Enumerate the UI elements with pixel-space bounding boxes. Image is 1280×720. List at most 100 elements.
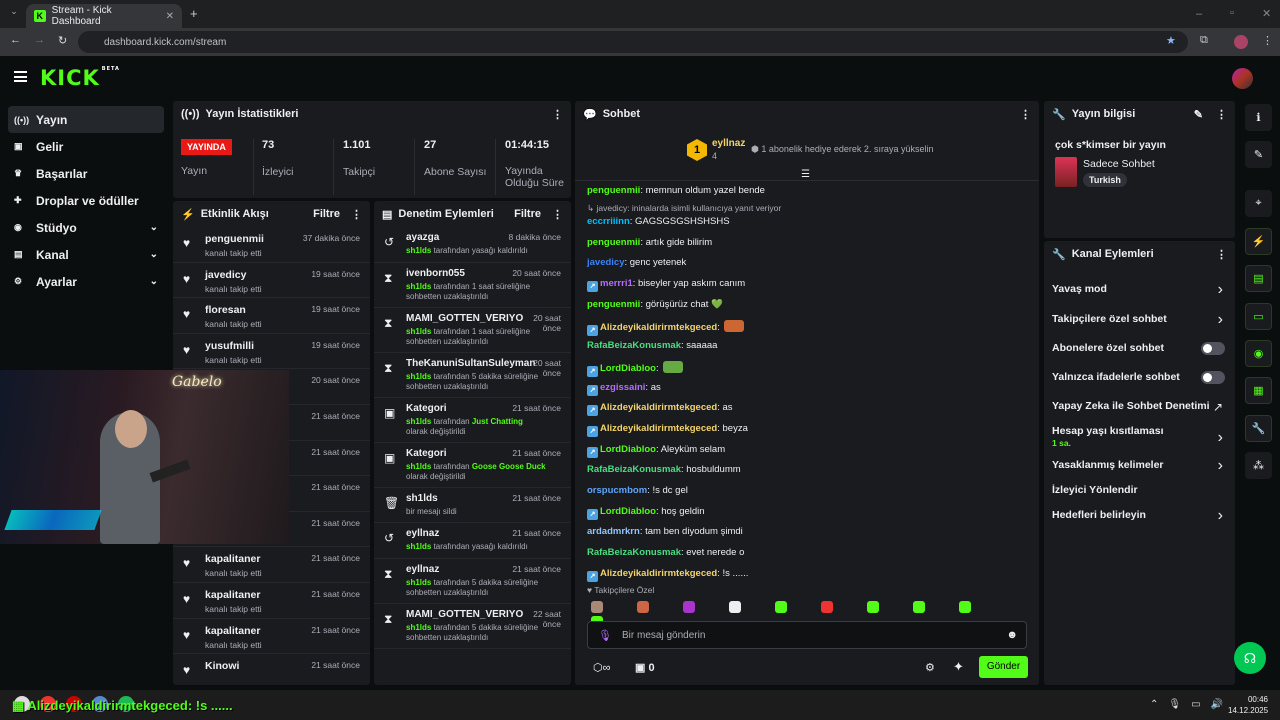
support-chat-button[interactable]: ☊	[1234, 642, 1266, 674]
target-rail-icon[interactable]: ⌖	[1245, 190, 1272, 217]
emote-2-icon[interactable]	[637, 601, 649, 613]
moderation-item[interactable]: ⧗ ivenborn055 sh1lds tarafından 1 saat sür…	[374, 263, 571, 308]
chat-username[interactable]: LordDiabloo	[600, 363, 656, 374]
bookmark-star-icon[interactable]: ★	[1166, 34, 1176, 47]
moderation-filter-button[interactable]: Filtre	[514, 208, 541, 220]
back-icon[interactable]: ←	[10, 34, 21, 46]
moderation-item[interactable]: ↺ eyllnaz sh1lds tarafından yasağı kaldırı…	[374, 523, 571, 559]
doc-rail-icon[interactable]: ▤	[1245, 265, 1272, 292]
chevron-down-icon[interactable]: ⌄	[150, 222, 158, 233]
emoji-picker-icon[interactable]: ☻	[1006, 629, 1018, 641]
chat-message[interactable]: ↗ Alizdeyikaldirirmtekgeced: as	[587, 402, 733, 416]
microphone-icon[interactable]: 🎙	[598, 629, 612, 642]
wrench-rail-icon[interactable]: 🔧	[1245, 415, 1272, 442]
chat-message[interactable]: penguenmii: görüşürüz chat 💚	[587, 299, 723, 310]
emote-5-icon[interactable]	[775, 601, 787, 613]
chat-input-box[interactable]: 🎙 Bir mesaj gönderin ☻	[587, 621, 1027, 649]
sidebar-item-4[interactable]: ◉ Stüdyo ⌄	[8, 214, 164, 241]
chat-message[interactable]: penguenmii: artık gide bilirim	[587, 237, 712, 248]
edit-info-icon[interactable]: ✎	[1194, 108, 1203, 121]
chat-message[interactable]: javedicy: genc yetenek	[587, 257, 686, 268]
kick-logo[interactable]: KICK BETA	[40, 66, 120, 90]
activity-item[interactable]: ♥ floresan kanalı takip etti 19 saat önce	[173, 298, 370, 334]
chat-username[interactable]: Alizdeyikaldirirmtekgeced	[600, 322, 717, 333]
chat-message[interactable]: ↗ LordDiabloo: Aleyküm selam	[587, 444, 725, 458]
chat-message[interactable]: orspucmbom: !s dc gel	[587, 485, 688, 496]
emote-9-icon[interactable]	[959, 601, 971, 613]
chat-message[interactable]: eccrriiinn: GAGSGSGSHSHSHS	[587, 216, 730, 227]
hamburger-menu-icon[interactable]	[14, 71, 27, 82]
channel-action-row[interactable]: Yavaş mod ›	[1044, 281, 1235, 303]
chat-username[interactable]: LordDiabloo	[600, 444, 656, 455]
category-name[interactable]: Sadece Sohbet	[1083, 158, 1155, 170]
chat-message[interactable]: ↗ ezgissaini: as	[587, 382, 661, 396]
chat-message[interactable]: ↗ merrri1: biseyler yap askım canım	[587, 278, 745, 292]
emote-3-icon[interactable]	[683, 601, 695, 613]
chat-username[interactable]: Alizdeyikaldirirmtekgeced	[600, 568, 717, 579]
emote-1-icon[interactable]	[591, 601, 603, 613]
activity-item[interactable]: ♥ kapalitaner kanalı takip etti 21 saat önc…	[173, 583, 370, 619]
stats-more-icon[interactable]: ⋮	[552, 108, 563, 121]
pinned-leader[interactable]: 1 eyllnaz 4 ⬢ 1 abonelik hediye ederek 2…	[687, 137, 957, 163]
tab-search-button[interactable]: ⌄	[6, 6, 22, 22]
moderation-more-icon[interactable]: ⋮	[552, 208, 563, 221]
activity-item[interactable]: ♥ kapalitaner kanalı takip etti 21 saat önc…	[173, 547, 370, 583]
user-avatar[interactable]	[1232, 68, 1253, 89]
chat-username[interactable]: javedicy	[587, 257, 625, 268]
new-tab-icon[interactable]: +	[190, 6, 198, 21]
chat-username[interactable]: merrri1	[600, 278, 633, 289]
chat-settings-icon[interactable]: ⚙	[925, 661, 935, 674]
close-tab-icon[interactable]: ✕	[166, 11, 174, 22]
url-field[interactable]: dashboard.kick.com/stream	[78, 31, 1188, 53]
activity-item[interactable]: ♥ javedicy kanalı takip etti 19 saat önce	[173, 263, 370, 299]
profile-icon[interactable]	[1234, 35, 1248, 49]
chat-username[interactable]: RafaBeizaKonusmak	[587, 464, 681, 475]
broadcast-rail-icon[interactable]: ◉	[1245, 340, 1272, 367]
moderation-item[interactable]: ↺ ayazga sh1lds tarafından yasağı kaldırıl…	[374, 227, 571, 263]
moderation-item[interactable]: ⧗ MAMI_GOTTEN_VERIYO sh1lds tarafından 5 d…	[374, 604, 571, 649]
sidebar-item-0[interactable]: ((•)) Yayın	[8, 106, 164, 133]
send-button[interactable]: Gönder	[979, 656, 1028, 678]
activity-more-icon[interactable]: ⋮	[351, 208, 362, 221]
emote-4-icon[interactable]	[729, 601, 741, 613]
activity-item[interactable]: ♥ kapalitaner kanalı takip etti 21 saat önc…	[173, 619, 370, 655]
reload-icon[interactable]: ↻	[58, 34, 67, 47]
chat-username[interactable]: LordDiabloo	[600, 506, 656, 517]
chat-username[interactable]: eccrriiinn	[587, 216, 630, 227]
activity-item[interactable]: ♥ Kinowi 21 saat önce	[173, 654, 370, 685]
activity-item[interactable]: ♥ yusufmilli kanalı takip etti 19 saat önce	[173, 334, 370, 370]
channel-action-row[interactable]: Hesap yaşı kısıtlaması 1 sa. ›	[1044, 423, 1235, 448]
sidebar-item-6[interactable]: ⚙ Ayarlar ⌄	[8, 268, 164, 295]
chat-message[interactable]: ↗ Alizdeyikaldirirmtekgeced:	[587, 320, 744, 336]
actions-more-icon[interactable]: ⋮	[1216, 248, 1227, 261]
moderation-item[interactable]: ⧗ eyllnaz sh1lds tarafından 5 dakika sürel…	[374, 559, 571, 604]
chat-message[interactable]: ↗ Alizdeyikaldirirmtekgeced: !s ......	[587, 568, 748, 582]
minimize-icon[interactable]: –	[1196, 8, 1202, 20]
chat-filter-icon[interactable]: ☰	[801, 169, 810, 180]
moderation-item[interactable]: ⧗ TheKanuniSultanSuleyman sh1lds tarafında…	[374, 353, 571, 398]
channel-action-row[interactable]: İzleyici Yönlendir	[1044, 482, 1235, 504]
chat-username[interactable]: RafaBeizaKonusmak	[587, 547, 681, 558]
toggle-switch[interactable]	[1201, 371, 1225, 384]
layout-rail-icon[interactable]: ▦	[1245, 377, 1272, 404]
bolt-rail-icon[interactable]: ⚡	[1245, 228, 1272, 255]
channel-action-row[interactable]: Yalnızca ifadelerle sohbet	[1044, 369, 1235, 391]
chat-message[interactable]: ↗ LordDiabloo: hoş geldin	[587, 506, 705, 520]
channel-points-icon[interactable]: ⬡∞	[593, 661, 610, 674]
chat-message[interactable]: RafaBeizaKonusmak: saaaaa	[587, 340, 717, 351]
extensions-icon[interactable]: ⧉	[1200, 34, 1208, 47]
chat-username[interactable]: penguenmii	[587, 185, 640, 196]
edit-rail-icon[interactable]: ✎	[1245, 141, 1272, 168]
emote-6-icon[interactable]	[821, 601, 833, 613]
channel-action-row[interactable]: Hedefleri belirleyin ›	[1044, 507, 1235, 529]
emote-8-icon[interactable]	[913, 601, 925, 613]
chat-message[interactable]: RafaBeizaKonusmak: hosbuldumm	[587, 464, 741, 475]
channel-action-row[interactable]: Takipçilere özel sohbet ›	[1044, 311, 1235, 333]
chat-username[interactable]: RafaBeizaKonusmak	[587, 340, 681, 351]
emote-7-icon[interactable]	[867, 601, 879, 613]
sidebar-item-3[interactable]: ✚ Droplar ve ödüller	[8, 187, 164, 214]
maximize-icon[interactable]: ▫	[1230, 7, 1234, 19]
chat-emote-menu-icon[interactable]: ✦	[953, 659, 964, 675]
moderation-item[interactable]: 🗑 sh1lds bir mesajı sildi 21 saat önce	[374, 488, 571, 524]
sidebar-item-1[interactable]: ▣ Gelir	[8, 133, 164, 160]
